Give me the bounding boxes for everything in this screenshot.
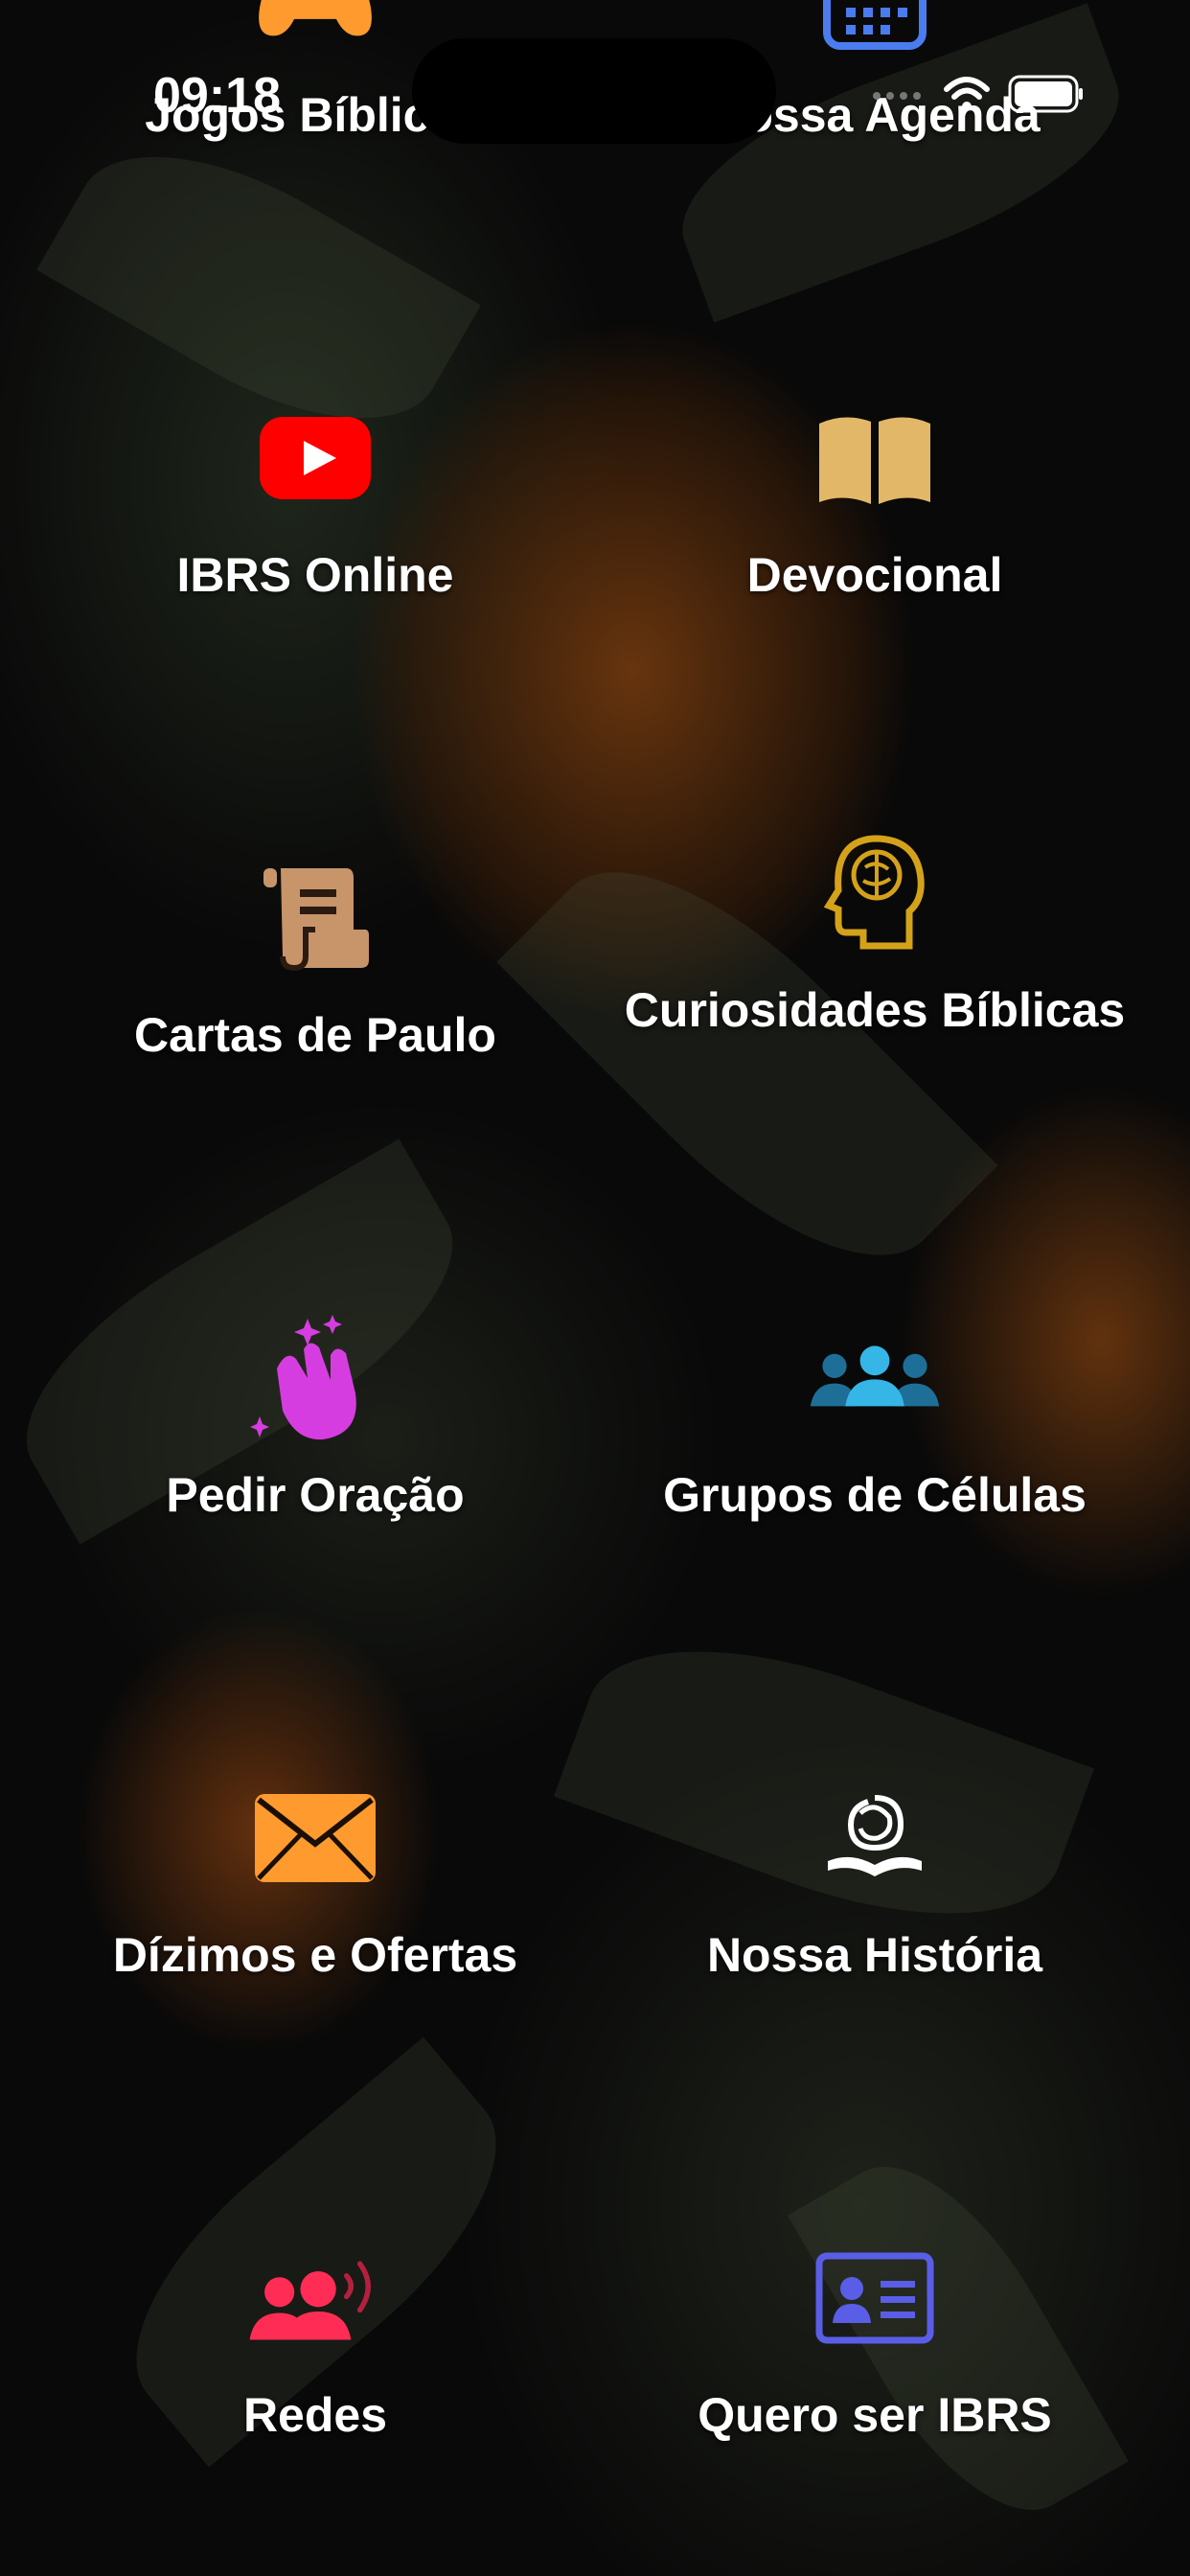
menu-item-label: IBRS Online [176,548,454,602]
menu-item-label: Redes [242,2388,388,2442]
menu-item-nossa-historia[interactable]: Nossa História [606,1771,1143,2058]
menu-grid: Jogos Bíblicos Nossa Agenda IBRS Online … [0,0,1190,2576]
network-users-icon [248,2231,382,2365]
menu-item-quero-ser-ibrs[interactable]: Quero ser IBRS [606,2231,1143,2518]
menu-item-label: Nossa História [706,1928,1043,1982]
history-logo-icon [808,1771,942,1905]
status-time: 09:18 [153,68,281,124]
group-icon [808,1311,942,1445]
menu-item-label: Dízimos e Ofertas [112,1928,518,1982]
menu-item-label: Grupos de Células [663,1468,1087,1522]
scroll-icon [248,851,382,985]
youtube-icon [248,391,382,525]
menu-item-curiosidades-biblicas[interactable]: Curiosidades Bíblicas [606,826,1143,1114]
menu-item-label: Cartas de Paulo [134,1008,496,1062]
menu-item-dizimos-e-ofertas[interactable]: Dízimos e Ofertas [47,1771,584,2058]
menu-item-label: Devocional [746,548,1003,602]
book-icon [808,391,942,525]
status-bar: 09:18 [0,0,1190,144]
menu-item-devocional[interactable]: Devocional [606,391,1143,678]
cellular-signal-icon [872,88,926,105]
menu-item-redes[interactable]: Redes [47,2231,584,2518]
menu-item-grupos-de-celulas[interactable]: Grupos de Células [606,1311,1143,1598]
menu-item-label: Curiosidades Bíblicas [624,983,1126,1037]
wifi-icon [943,76,991,117]
battery-icon [1008,75,1085,118]
menu-item-label: Quero ser IBRS [698,2388,1052,2442]
praying-hands-icon [248,1311,382,1445]
dynamic-island [412,38,776,144]
brain-icon [808,826,942,960]
menu-item-cartas-de-paulo[interactable]: Cartas de Paulo [47,851,584,1138]
menu-item-ibrs-online[interactable]: IBRS Online [47,391,584,678]
menu-item-pedir-oracao[interactable]: Pedir Oração [47,1311,584,1598]
menu-item-label: Pedir Oração [166,1468,465,1522]
envelope-icon [248,1771,382,1905]
id-card-icon [808,2231,942,2365]
status-icons [872,75,1085,118]
